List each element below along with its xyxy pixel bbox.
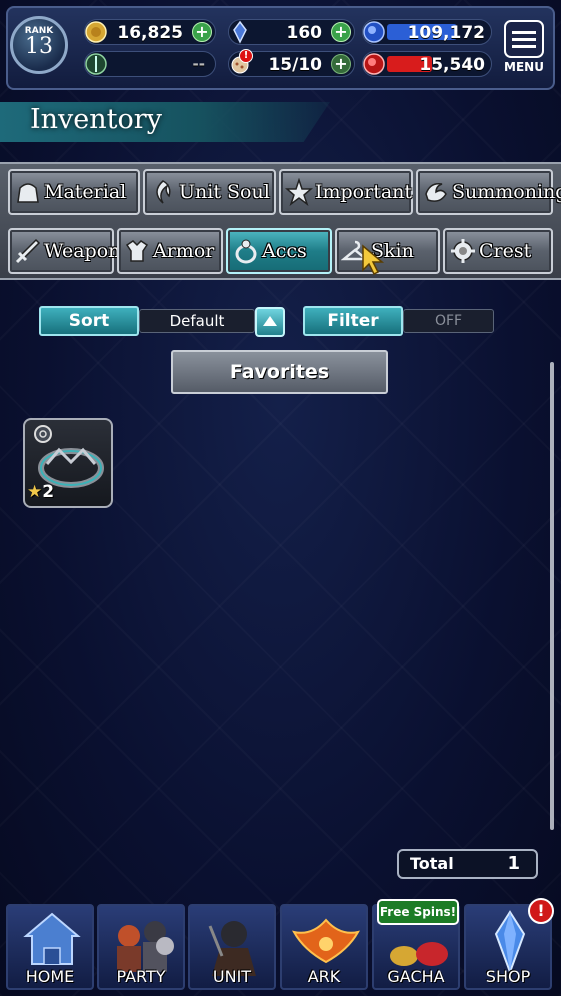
shop-alert-icon: ! <box>528 898 554 924</box>
ruby-orb-icon <box>361 51 387 77</box>
tab-skin[interactable]: Skin <box>335 228 440 274</box>
filter-toggle[interactable]: OFF <box>403 309 494 333</box>
total-count: Total 1 <box>397 849 538 879</box>
material-icon <box>17 183 39 203</box>
tab-label: Armor <box>153 240 215 262</box>
free-spins-badge: Free Spins! <box>377 899 459 925</box>
stamina-add-button[interactable]: + <box>331 54 351 74</box>
rank-value: 13 <box>25 34 53 59</box>
sort-order-button[interactable] <box>255 307 285 337</box>
hamburger-line-icon <box>512 30 536 34</box>
nav-label: UNIT <box>212 967 252 986</box>
item-rarity: ★2 <box>27 482 54 502</box>
rarity-star-icon: ★ <box>27 482 43 502</box>
vision-value: -- <box>192 55 205 73</box>
nav-home[interactable]: HOME <box>6 904 94 990</box>
exp-value: 109,172 <box>407 23 485 43</box>
inventory-item-ring[interactable]: ★2 <box>23 418 113 508</box>
hamburger-line-icon <box>512 44 536 48</box>
menu-button[interactable] <box>504 20 544 58</box>
vision-counter: -- <box>84 51 216 77</box>
summon-icon <box>425 182 447 202</box>
crest-icon <box>451 239 475 263</box>
total-label: Total <box>410 854 454 873</box>
tab-summoning[interactable]: Summoning <box>416 169 561 215</box>
tab-material[interactable]: Material <box>8 169 140 215</box>
tab-label: Material <box>44 181 127 203</box>
nav-label: GACHA <box>387 967 445 986</box>
compass-icon <box>83 51 109 77</box>
nav-label: SHOP <box>485 967 531 986</box>
nav-unit[interactable]: UNIT <box>188 904 276 990</box>
total-value: 1 <box>507 853 520 874</box>
bottom-nav: HOME PARTY UNIT ARK GACHA SHOP <box>0 900 561 996</box>
tab-weapon[interactable]: Weapon <box>8 228 120 274</box>
tab-label: Unit Soul <box>179 181 270 203</box>
stamina-value: 15/10 <box>268 55 322 75</box>
armor-icon <box>125 240 149 262</box>
tab-label: Weapon <box>44 240 121 262</box>
sort-label[interactable]: Sort <box>39 306 139 336</box>
rarity-value: 2 <box>42 482 55 502</box>
exp-orb-icon <box>361 19 387 45</box>
exp-counter: 109,172 <box>362 19 492 45</box>
sword-icon <box>15 238 41 264</box>
favorites-button[interactable]: Favorites <box>171 350 388 394</box>
tab-label: Accs <box>262 240 307 262</box>
tab-label: Crest <box>479 240 532 262</box>
nav-label: PARTY <box>116 967 166 986</box>
nav-label: HOME <box>25 967 75 986</box>
tab-label: Summoning <box>452 181 561 203</box>
soul-icon <box>156 180 171 204</box>
stamina-counter: ! 15/10 + <box>228 49 355 77</box>
gil-add-button[interactable]: + <box>192 22 212 42</box>
tab-accs[interactable]: Accs <box>226 228 332 274</box>
tab-armor[interactable]: Armor <box>117 228 223 274</box>
ruby-value: 15,540 <box>419 55 485 75</box>
lapis-value: 160 <box>286 23 323 43</box>
lapis-counter: 160 + <box>228 19 355 45</box>
scrollbar[interactable] <box>550 362 554 830</box>
ring-icon <box>235 239 257 264</box>
stamina-alert-icon: ! <box>239 49 253 63</box>
tab-unit-soul[interactable]: Unit Soul <box>143 169 276 215</box>
tab-important[interactable]: Important <box>279 169 413 215</box>
nav-ark[interactable]: ARK <box>280 904 368 990</box>
lapis-crystal-icon <box>227 19 253 45</box>
gil-counter: 16,825 + <box>84 19 216 45</box>
tab-label: Important <box>315 181 413 203</box>
gil-coin-icon <box>83 19 109 45</box>
menu-label[interactable]: MENU <box>500 60 548 74</box>
gil-value: 16,825 <box>117 23 183 43</box>
nav-label: ARK <box>307 967 341 986</box>
tab-crest[interactable]: Crest <box>443 228 553 274</box>
page-title: Inventory <box>30 104 162 135</box>
sort-value-select[interactable]: Default <box>139 309 255 333</box>
nav-party[interactable]: PARTY <box>97 904 185 990</box>
hamburger-line-icon <box>512 37 536 41</box>
lapis-add-button[interactable]: + <box>331 22 351 42</box>
rank-badge[interactable]: RANK 13 <box>10 16 68 74</box>
ruby-counter: 15,540 <box>362 51 492 77</box>
filter-label[interactable]: Filter <box>303 306 403 336</box>
star-icon <box>285 178 313 206</box>
pointer-cursor-icon <box>362 244 385 276</box>
